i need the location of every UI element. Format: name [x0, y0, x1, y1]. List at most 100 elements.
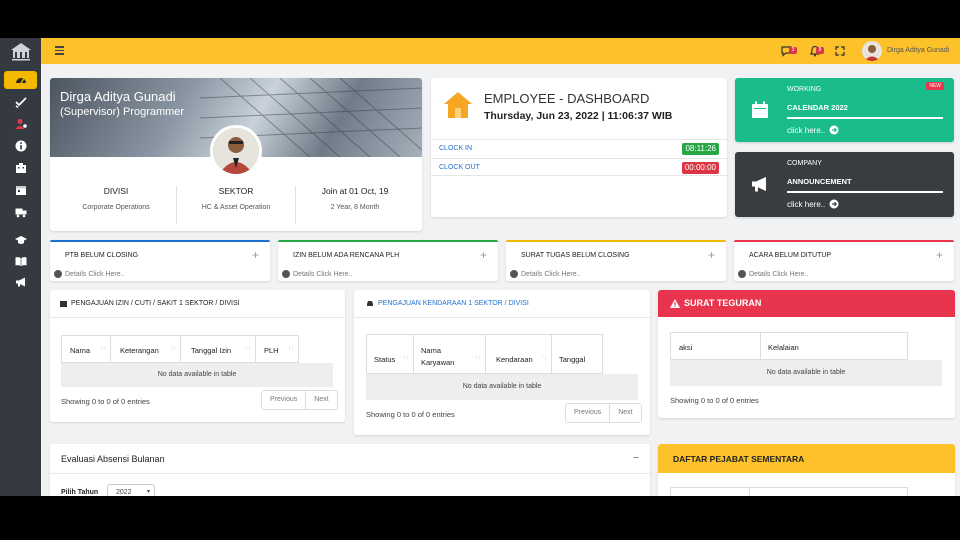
col-header-tanggal-izin[interactable]: Tanggal Izin ↑↓ — [180, 335, 256, 363]
infobox-izin[interactable]: IZIN BELUM ADA RENCANA PLH + Details Cli… — [278, 240, 498, 281]
sidebar-item-info[interactable] — [4, 137, 37, 155]
divisi-value: Corporate Operations — [82, 204, 150, 211]
col-header-keterangan[interactable]: Keterangan ↑↓ — [110, 335, 181, 363]
home-icon — [444, 92, 472, 118]
infobox-ptb[interactable]: PTB BELUM CLOSING + Details Click Here.. — [50, 240, 270, 281]
graduation-cap-icon — [14, 236, 27, 244]
col-header-kendaraan[interactable]: Kendaraan ↑↓ — [485, 334, 552, 374]
infobox-details-link[interactable]: Details Click Here.. — [510, 270, 581, 278]
book-open-icon — [15, 257, 26, 266]
col-label: Kendaraan — [496, 355, 533, 364]
sidebar-item-vehicle[interactable] — [4, 203, 37, 221]
infobox-surat-tugas[interactable]: SURAT TUGAS BELUM CLOSING + Details Clic… — [506, 240, 726, 281]
details-text[interactable]: Details Click Here.. — [65, 271, 125, 278]
sidebar-item-dashboard[interactable] — [4, 71, 37, 89]
plus-icon[interactable]: + — [252, 248, 259, 262]
sidebar-item-docs[interactable] — [4, 252, 37, 270]
user-name[interactable]: Dirga Aditya Gunadi — [887, 47, 949, 54]
working-calendar-tile[interactable]: NEW WORKING CALENDAR 2022 click here.. — [735, 78, 954, 142]
megaphone-icon — [15, 277, 25, 287]
company-logo — [11, 43, 31, 61]
card-title-text: PENGAJUAN IZIN / CUTI / SAKIT 1 SEKTOR /… — [71, 300, 240, 307]
truck-icon — [15, 208, 26, 218]
col-label: Nama — [70, 346, 91, 355]
infobox-acara[interactable]: ACARA BELUM DITUTUP + Details Click Here… — [734, 240, 954, 281]
tile-link[interactable]: click here.. — [787, 125, 839, 135]
clock-in-time: 08:11:26 — [682, 143, 719, 155]
tile-label: WORKING — [787, 86, 822, 93]
plus-icon[interactable]: + — [936, 248, 943, 262]
details-text[interactable]: Details Click Here.. — [749, 271, 809, 278]
empty-table-message: No data available in table — [670, 360, 942, 386]
sektor-value: HC & Asset Operation — [201, 204, 271, 211]
profile-photo — [210, 125, 262, 177]
next-button[interactable]: Next — [609, 404, 640, 422]
hamburger-menu-icon[interactable] — [55, 46, 64, 55]
warning-icon — [670, 298, 680, 308]
arrow-circle-right-icon — [738, 270, 746, 278]
megaphone-icon — [752, 177, 766, 192]
card-title-text: SURAT TEGURAN — [684, 298, 762, 308]
card-title: DAFTAR PEJABAT SEMENTARA — [673, 454, 805, 464]
year-select[interactable]: 2022 ▾ — [107, 484, 155, 496]
clock-out-label[interactable]: CLOCK OUT — [439, 164, 480, 171]
tile-link[interactable]: click here.. — [787, 199, 839, 209]
fullscreen-icon[interactable] — [833, 44, 847, 58]
infobox-details-link[interactable]: Details Click Here.. — [282, 270, 353, 278]
details-text[interactable]: Details Click Here.. — [293, 271, 353, 278]
sidebar-item-calendar[interactable] — [4, 181, 37, 199]
table-info: Showing 0 to 0 of 0 entries — [670, 396, 759, 405]
col-header-tanggal[interactable]: Tanggal — [551, 334, 603, 374]
profile-join: Join at 01 Oct, 19 2 Year, 8 Month — [296, 186, 414, 211]
empty-table-message: No data available in table — [366, 374, 638, 400]
clock-out-time: 00:00:00 — [681, 162, 719, 174]
messages-badge: 3 — [789, 47, 797, 54]
tile-title: CALENDAR 2022 — [787, 103, 848, 112]
col-header-aksi[interactable]: aksi — [670, 332, 761, 360]
sidebar-item-announcement[interactable] — [4, 273, 37, 291]
year-value: 2022 — [116, 489, 132, 496]
collapse-icon[interactable]: − — [633, 453, 639, 464]
col-header-nama[interactable]: Nama ↑↓ — [61, 335, 111, 363]
sidebar-item-training[interactable] — [4, 231, 37, 249]
col-header-nama-karyawan[interactable]: Nama Karyawan ↑↓ — [413, 334, 486, 374]
empty-table-message: No data available in table — [61, 363, 333, 387]
tile-link-text[interactable]: click here.. — [787, 200, 825, 209]
topbar: 3 8 Dirga Aditya Gunadi — [41, 38, 960, 64]
clock-in-label[interactable]: CLOCK IN — [439, 145, 472, 152]
plus-icon[interactable]: + — [708, 248, 715, 262]
tenure: 2 Year, 8 Month — [330, 204, 380, 211]
infobox-details-link[interactable]: Details Click Here.. — [54, 270, 125, 278]
check-double-icon — [14, 97, 27, 108]
col-header-kelalaian[interactable]: Kelalaian — [760, 332, 908, 360]
col-header[interactable] — [670, 487, 750, 496]
sidebar-item-tasks[interactable] — [4, 93, 37, 111]
arrow-circle-right-icon — [282, 270, 290, 278]
new-badge: NEW — [926, 82, 944, 90]
previous-button[interactable]: Previous — [262, 391, 305, 409]
building-icon — [15, 163, 26, 173]
infobox-details-link[interactable]: Details Click Here.. — [738, 270, 809, 278]
info-icon — [15, 140, 26, 152]
clock-out-row: CLOCK OUT 00:00:00 — [431, 158, 727, 176]
details-text[interactable]: Details Click Here.. — [521, 271, 581, 278]
previous-button[interactable]: Previous — [566, 404, 609, 422]
next-button[interactable]: Next — [305, 391, 336, 409]
plus-icon[interactable]: + — [480, 248, 487, 262]
company-announcement-tile[interactable]: COMPANY ANNOUNCEMENT click here.. — [735, 152, 954, 217]
kendaraan-table-card: PENGAJUAN KENDARAAN 1 SEKTOR / DIVISI St… — [354, 290, 650, 435]
col-header-status[interactable]: Status ↑↓ — [366, 334, 414, 374]
sidebar-item-users[interactable] — [4, 115, 37, 133]
dashboard-card: EMPLOYEE - DASHBOARD Thursday, Jun 23, 2… — [431, 78, 727, 217]
filter-label: Pilih Tahun — [61, 489, 99, 496]
pejabat-card: DAFTAR PEJABAT SEMENTARA — [658, 444, 955, 496]
arrow-circle-right-icon — [510, 270, 518, 278]
col-header-plh[interactable]: PLH ↑↓ — [255, 335, 299, 363]
infobox-title: PTB BELUM CLOSING — [65, 252, 139, 259]
tile-link-text[interactable]: click here.. — [787, 126, 825, 135]
calendar-icon — [60, 301, 67, 307]
col-label: Nama Karyawan — [421, 346, 455, 367]
sidebar-item-organization[interactable] — [4, 159, 37, 177]
user-avatar[interactable] — [862, 41, 882, 61]
col-header[interactable] — [749, 487, 908, 496]
